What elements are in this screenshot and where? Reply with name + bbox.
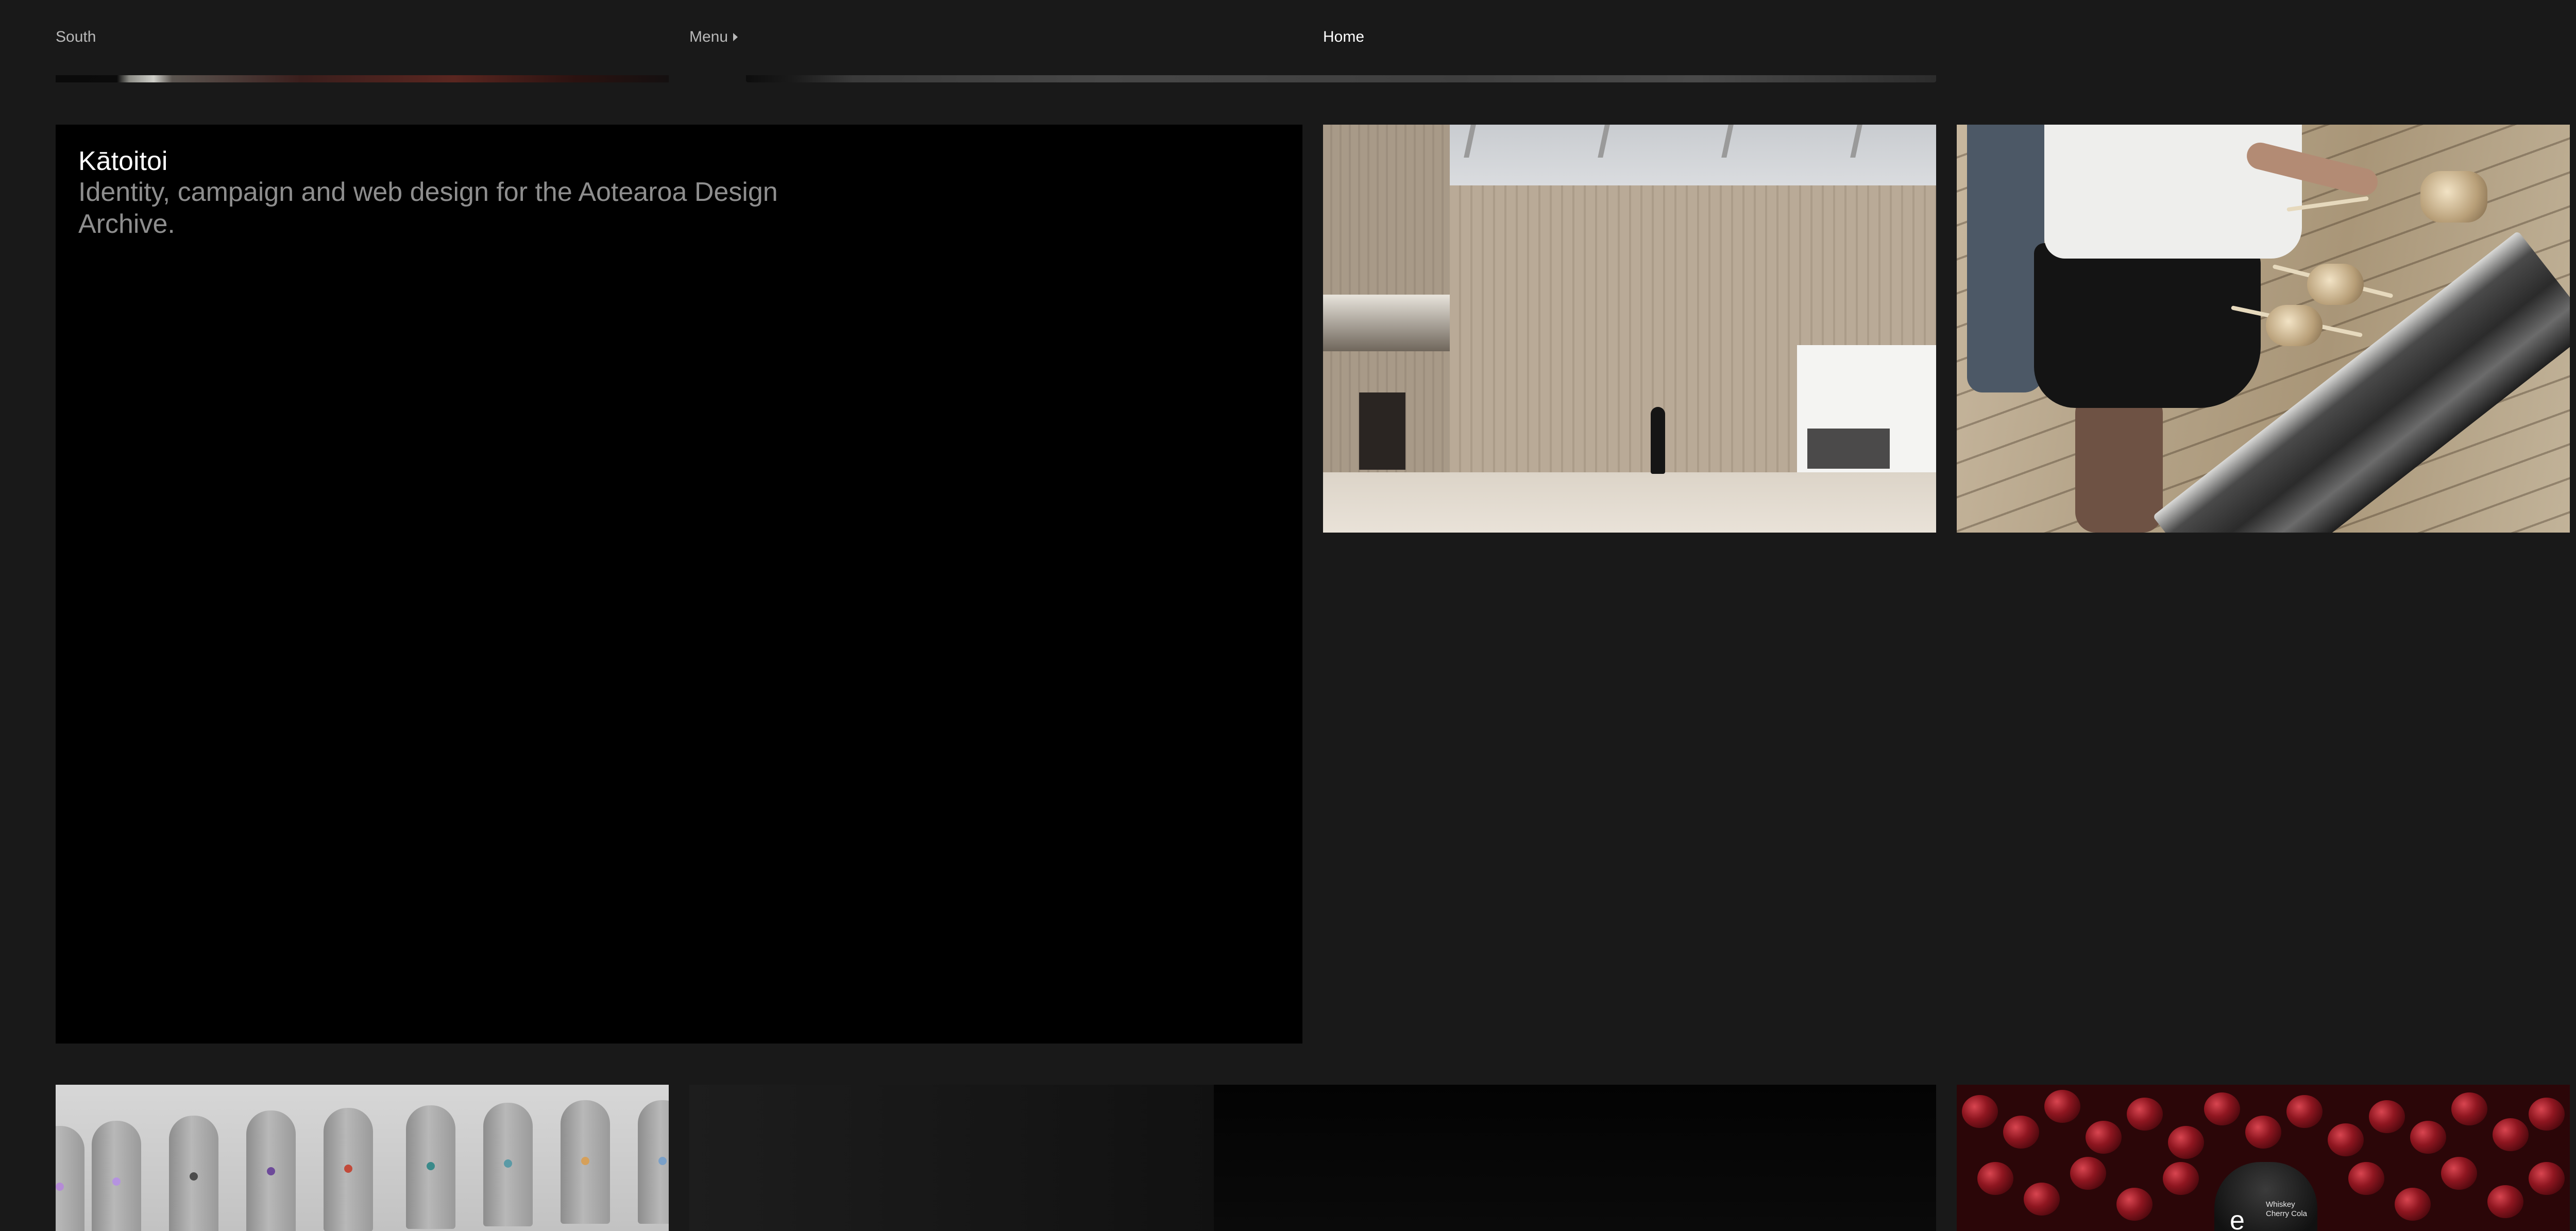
can-dot <box>581 1157 589 1165</box>
can-dot <box>344 1165 352 1173</box>
project-image-cherries[interactable]: e Whiskey Cherry Cola <box>1957 1085 2570 1231</box>
walking-person <box>1651 407 1665 474</box>
project-image-grill[interactable] <box>1957 125 2570 533</box>
product-label-line: Whiskey <box>2266 1200 2295 1209</box>
can <box>169 1116 218 1231</box>
cherry <box>2395 1188 2431 1221</box>
shorts <box>2034 243 2261 408</box>
can <box>406 1105 455 1229</box>
towel <box>1967 125 2044 392</box>
cherry <box>2493 1118 2529 1151</box>
can <box>246 1110 296 1231</box>
cherry <box>2044 1090 2080 1123</box>
can-dot <box>112 1177 121 1186</box>
cherry <box>2003 1116 2039 1149</box>
project-image-dark-wide[interactable] <box>1214 1085 1936 1231</box>
brand-logo: e <box>2230 1206 2245 1231</box>
doorway <box>1359 392 1405 470</box>
cherry <box>2348 1162 2384 1195</box>
can <box>324 1108 373 1231</box>
product-label: Whiskey Cherry Cola <box>2266 1200 2307 1219</box>
previous-project-image-wide[interactable] <box>746 75 1936 82</box>
can <box>483 1103 533 1226</box>
cherry <box>2441 1157 2477 1190</box>
can-dot <box>56 1183 64 1191</box>
cherry <box>2451 1092 2487 1125</box>
grilled-food <box>2307 264 2364 305</box>
grilled-food <box>2266 305 2323 346</box>
cherry <box>2529 1098 2565 1131</box>
cherry <box>2410 1121 2446 1154</box>
cherry <box>2163 1162 2199 1195</box>
can-dot <box>190 1172 198 1181</box>
menu-label: Menu <box>689 28 728 45</box>
reception-desk <box>1807 429 1890 469</box>
cherry <box>1962 1095 1998 1128</box>
cherry <box>2127 1098 2163 1131</box>
cherry <box>2204 1092 2240 1125</box>
caret-right-icon <box>733 33 738 41</box>
cherry <box>2529 1162 2565 1195</box>
can-dot <box>504 1159 512 1168</box>
grilled-food <box>2420 171 2487 223</box>
can <box>561 1100 610 1224</box>
cherry <box>1977 1162 2013 1195</box>
floor <box>1323 472 1936 533</box>
can <box>56 1126 84 1231</box>
project-image-dark[interactable] <box>689 1085 1215 1231</box>
product-label-line: Cherry Cola <box>2266 1209 2308 1218</box>
brand-link[interactable]: South <box>56 27 96 47</box>
cherry <box>2487 1185 2523 1218</box>
project-description: Identity, campaign and web design for th… <box>78 177 778 239</box>
cherry <box>2070 1157 2106 1190</box>
drink-can: e Whiskey Cherry Cola <box>2214 1162 2317 1231</box>
can-dot <box>267 1167 275 1175</box>
cherry <box>2245 1116 2281 1149</box>
can <box>638 1100 669 1224</box>
home-link[interactable]: Home <box>1323 27 1364 47</box>
cherry <box>2286 1095 2323 1128</box>
menu-button[interactable]: Menu <box>689 27 738 47</box>
project-tile-featured[interactable]: Kātoitoi Identity, campaign and web desi… <box>56 125 1302 1044</box>
can-dot <box>658 1157 667 1165</box>
cherry <box>2116 1188 2153 1221</box>
project-image-gallery-hall[interactable] <box>1323 125 1936 533</box>
cherry <box>2328 1123 2364 1156</box>
cherry <box>2369 1100 2405 1133</box>
can-dot <box>427 1162 435 1170</box>
can <box>92 1121 141 1231</box>
cherry <box>2086 1121 2122 1154</box>
page: South Menu Home Kātoitoi Identity, campa… <box>0 0 2576 1231</box>
cherry <box>2168 1126 2204 1159</box>
leg <box>2075 392 2163 533</box>
previous-project-image[interactable] <box>56 75 669 82</box>
project-image-cans[interactable] <box>56 1085 669 1231</box>
cherry <box>2024 1183 2060 1216</box>
project-title: Kātoitoi <box>78 146 168 176</box>
lit-soffit <box>1323 295 1450 351</box>
